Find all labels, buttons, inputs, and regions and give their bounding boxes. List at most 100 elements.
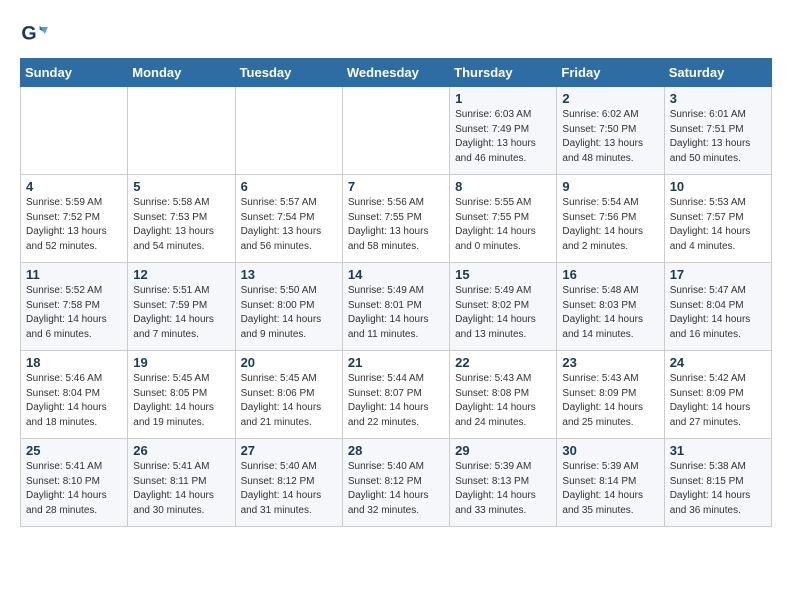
- weekday-header: Sunday: [21, 59, 128, 87]
- day-number: 21: [348, 355, 445, 370]
- calendar-cell: 25Sunrise: 5:41 AM Sunset: 8:10 PM Dayli…: [21, 439, 128, 527]
- calendar-cell: 24Sunrise: 5:42 AM Sunset: 8:09 PM Dayli…: [664, 351, 771, 439]
- calendar-cell: 16Sunrise: 5:48 AM Sunset: 8:03 PM Dayli…: [557, 263, 664, 351]
- calendar-cell: 21 Sunrise: 5:44 AM Sunset: 8:07 PM Dayli…: [342, 351, 449, 439]
- page-header: G: [20, 20, 772, 48]
- calendar-week-row: 18Sunrise: 5:46 AM Sunset: 8:04 PM Dayli…: [21, 351, 772, 439]
- calendar-cell: 7Sunrise: 5:56 AM Sunset: 7:55 PM Daylig…: [342, 175, 449, 263]
- day-info: Sunrise: 5:43 AM Sunset: 8:09 PM Dayligh…: [562, 372, 659, 430]
- day-info: Sunrise: 5:41 AM Sunset: 8:11 PM Dayligh…: [133, 460, 230, 518]
- calendar-cell: 13Sunrise: 5:50 AM Sunset: 8:00 PM Dayli…: [235, 263, 342, 351]
- calendar-cell: 8 Sunrise: 5:55 AM Sunset: 7:55 PM Daylig…: [450, 175, 557, 263]
- day-info: Sunrise: 5:54 AM Sunset: 7:56 PM Dayligh…: [562, 196, 659, 254]
- weekday-header: Friday: [557, 59, 664, 87]
- weekday-header-row: SundayMondayTuesdayWednesdayThursdayFrid…: [21, 59, 772, 87]
- day-info: Sunrise: 5:41 AM Sunset: 8:10 PM Dayligh…: [26, 460, 123, 518]
- day-info: Sunrise: 5:45 AM Sunset: 8:05 PM Dayligh…: [133, 372, 230, 430]
- day-info: Sunrise: 5:51 AM Sunset: 7:59 PM Dayligh…: [133, 284, 230, 342]
- day-number: 1: [455, 91, 552, 106]
- day-number: 19: [133, 355, 230, 370]
- weekday-header: Wednesday: [342, 59, 449, 87]
- day-number: 14: [348, 267, 445, 282]
- day-number: 3: [670, 91, 767, 106]
- day-number: 8: [455, 179, 552, 194]
- calendar-cell: 10 Sunrise: 5:53 AM Sunset: 7:57 PM Dayli…: [664, 175, 771, 263]
- day-info: Sunrise: 6:02 AM Sunset: 7:50 PM Dayligh…: [562, 108, 659, 166]
- day-number: 20: [241, 355, 338, 370]
- day-number: 31: [670, 443, 767, 458]
- day-number: 10: [670, 179, 767, 194]
- day-info: Sunrise: 5:38 AM Sunset: 8:15 PM Dayligh…: [670, 460, 767, 518]
- calendar-week-row: 25Sunrise: 5:41 AM Sunset: 8:10 PM Dayli…: [21, 439, 772, 527]
- day-number: 30: [562, 443, 659, 458]
- day-number: 17: [670, 267, 767, 282]
- day-info: Sunrise: 5:57 AM Sunset: 7:54 PM Dayligh…: [241, 196, 338, 254]
- day-info: Sunrise: 5:59 AM Sunset: 7:52 PM Dayligh…: [26, 196, 123, 254]
- calendar-cell: [235, 87, 342, 175]
- day-info: Sunrise: 5:55 AM Sunset: 7:55 PM Dayligh…: [455, 196, 552, 254]
- day-number: 27: [241, 443, 338, 458]
- calendar-cell: 14Sunrise: 5:49 AM Sunset: 8:01 PM Dayli…: [342, 263, 449, 351]
- day-info: Sunrise: 6:03 AM Sunset: 7:49 PM Dayligh…: [455, 108, 552, 166]
- calendar-cell: 12 Sunrise: 5:51 AM Sunset: 7:59 PM Dayli…: [128, 263, 235, 351]
- weekday-header: Tuesday: [235, 59, 342, 87]
- calendar-cell: 19 Sunrise: 5:45 AM Sunset: 8:05 PM Dayli…: [128, 351, 235, 439]
- calendar-week-row: 1 Sunrise: 6:03 AM Sunset: 7:49 PM Daylig…: [21, 87, 772, 175]
- day-info: Sunrise: 5:58 AM Sunset: 7:53 PM Dayligh…: [133, 196, 230, 254]
- calendar-cell: 6 Sunrise: 5:57 AM Sunset: 7:54 PM Daylig…: [235, 175, 342, 263]
- day-info: Sunrise: 5:44 AM Sunset: 8:07 PM Dayligh…: [348, 372, 445, 430]
- calendar-cell: 5 Sunrise: 5:58 AM Sunset: 7:53 PM Daylig…: [128, 175, 235, 263]
- calendar-cell: 4 Sunrise: 5:59 AM Sunset: 7:52 PM Daylig…: [21, 175, 128, 263]
- calendar-cell: 17 Sunrise: 5:47 AM Sunset: 8:04 PM Dayli…: [664, 263, 771, 351]
- weekday-header: Monday: [128, 59, 235, 87]
- calendar-cell: 31 Sunrise: 5:38 AM Sunset: 8:15 PM Dayli…: [664, 439, 771, 527]
- day-number: 16: [562, 267, 659, 282]
- calendar-cell: 3 Sunrise: 6:01 AM Sunset: 7:51 PM Daylig…: [664, 87, 771, 175]
- day-number: 11: [26, 267, 123, 282]
- day-number: 5: [133, 179, 230, 194]
- day-number: 2: [562, 91, 659, 106]
- calendar-table: SundayMondayTuesdayWednesdayThursdayFrid…: [20, 58, 772, 527]
- day-info: Sunrise: 5:53 AM Sunset: 7:57 PM Dayligh…: [670, 196, 767, 254]
- calendar-week-row: 4 Sunrise: 5:59 AM Sunset: 7:52 PM Daylig…: [21, 175, 772, 263]
- logo-icon: G: [20, 20, 48, 48]
- calendar-cell: 26Sunrise: 5:41 AM Sunset: 8:11 PM Dayli…: [128, 439, 235, 527]
- day-number: 15: [455, 267, 552, 282]
- day-number: 23: [562, 355, 659, 370]
- calendar-week-row: 11Sunrise: 5:52 AM Sunset: 7:58 PM Dayli…: [21, 263, 772, 351]
- day-info: Sunrise: 5:40 AM Sunset: 8:12 PM Dayligh…: [241, 460, 338, 518]
- calendar-cell: 22 Sunrise: 5:43 AM Sunset: 8:08 PM Dayli…: [450, 351, 557, 439]
- day-number: 24: [670, 355, 767, 370]
- day-number: 12: [133, 267, 230, 282]
- day-info: Sunrise: 5:50 AM Sunset: 8:00 PM Dayligh…: [241, 284, 338, 342]
- calendar-cell: 1 Sunrise: 6:03 AM Sunset: 7:49 PM Daylig…: [450, 87, 557, 175]
- calendar-cell: 11Sunrise: 5:52 AM Sunset: 7:58 PM Dayli…: [21, 263, 128, 351]
- weekday-header: Saturday: [664, 59, 771, 87]
- day-info: Sunrise: 5:43 AM Sunset: 8:08 PM Dayligh…: [455, 372, 552, 430]
- calendar-cell: 9Sunrise: 5:54 AM Sunset: 7:56 PM Daylig…: [557, 175, 664, 263]
- calendar-cell: [21, 87, 128, 175]
- calendar-cell: 15 Sunrise: 5:49 AM Sunset: 8:02 PM Dayli…: [450, 263, 557, 351]
- day-info: Sunrise: 5:47 AM Sunset: 8:04 PM Dayligh…: [670, 284, 767, 342]
- day-number: 7: [348, 179, 445, 194]
- calendar-cell: 2 Sunrise: 6:02 AM Sunset: 7:50 PM Daylig…: [557, 87, 664, 175]
- calendar-cell: 27 Sunrise: 5:40 AM Sunset: 8:12 PM Dayli…: [235, 439, 342, 527]
- day-number: 22: [455, 355, 552, 370]
- day-info: Sunrise: 5:40 AM Sunset: 8:12 PM Dayligh…: [348, 460, 445, 518]
- day-number: 18: [26, 355, 123, 370]
- day-number: 29: [455, 443, 552, 458]
- day-number: 28: [348, 443, 445, 458]
- weekday-header: Thursday: [450, 59, 557, 87]
- day-info: Sunrise: 6:01 AM Sunset: 7:51 PM Dayligh…: [670, 108, 767, 166]
- calendar-cell: 30Sunrise: 5:39 AM Sunset: 8:14 PM Dayli…: [557, 439, 664, 527]
- calendar-cell: 23 Sunrise: 5:43 AM Sunset: 8:09 PM Dayli…: [557, 351, 664, 439]
- day-info: Sunrise: 5:49 AM Sunset: 8:02 PM Dayligh…: [455, 284, 552, 342]
- day-info: Sunrise: 5:39 AM Sunset: 8:13 PM Dayligh…: [455, 460, 552, 518]
- calendar-cell: 29 Sunrise: 5:39 AM Sunset: 8:13 PM Dayli…: [450, 439, 557, 527]
- day-number: 4: [26, 179, 123, 194]
- logo: G: [20, 20, 50, 48]
- day-number: 6: [241, 179, 338, 194]
- calendar-cell: [342, 87, 449, 175]
- calendar-cell: 28 Sunrise: 5:40 AM Sunset: 8:12 PM Dayli…: [342, 439, 449, 527]
- calendar-cell: 18Sunrise: 5:46 AM Sunset: 8:04 PM Dayli…: [21, 351, 128, 439]
